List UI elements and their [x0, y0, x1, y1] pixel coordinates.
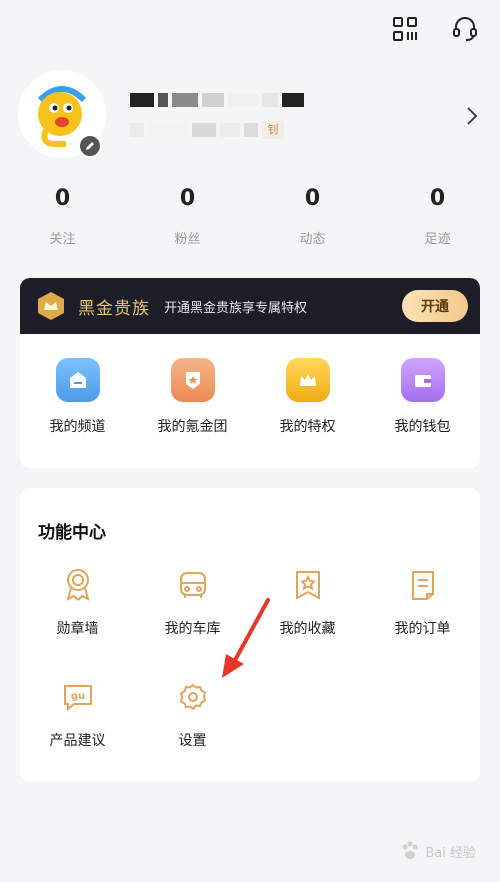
vip-item-label: 我的钱包 [394, 419, 451, 435]
order-icon [406, 568, 440, 602]
vip-item-label: 我的频道 [49, 419, 106, 435]
stat-value: 0 [304, 186, 321, 211]
feedback-icon: gu [61, 680, 95, 714]
wallet-icon [400, 358, 445, 402]
vip-grid: 我的频道 我的氪金团 我的特权 我的钱包 [20, 334, 480, 436]
stat-followers[interactable]: 0 粉丝 [125, 182, 250, 247]
team-icon [170, 358, 215, 402]
stat-posts[interactable]: 0 动态 [250, 182, 375, 247]
function-center-card: 功能中心 勋章墙 我的车库 我的收藏 我的订单 gu 产品建议 设置 [20, 488, 480, 782]
vip-item-privilege[interactable]: 我的特权 [250, 358, 365, 436]
function-item-favorites[interactable]: 我的收藏 [250, 564, 365, 676]
function-item-medals[interactable]: 勋章墙 [20, 564, 135, 676]
function-item-garage[interactable]: 我的车库 [135, 564, 250, 676]
user-id-mosaic: 钊 [130, 121, 304, 139]
vip-card: 黑金贵族 开通黑金贵族享专属特权 开通 我的频道 我的氪金团 我的特权 我的钱包 [20, 278, 480, 468]
vip-item-team[interactable]: 我的氪金团 [135, 358, 250, 436]
function-item-label: 勋章墙 [56, 621, 99, 637]
chevron-right-icon[interactable] [462, 102, 482, 130]
feedback-icon-text: gu [70, 691, 84, 702]
stat-value: 0 [179, 186, 196, 211]
top-bar [388, 12, 482, 46]
vip-item-wallet[interactable]: 我的钱包 [365, 358, 480, 436]
channel-icon [55, 358, 100, 402]
function-item-label: 产品建议 [49, 733, 106, 749]
stat-label: 足迹 [424, 232, 451, 247]
vip-description: 开通黑金贵族享专属特权 [164, 300, 308, 316]
qr-scan-icon[interactable] [388, 12, 422, 46]
vip-item-label: 我的氪金团 [157, 419, 228, 435]
paw-icon [402, 841, 418, 859]
username-mosaic [130, 92, 304, 108]
settings-icon [176, 680, 210, 714]
stat-value: 0 [429, 186, 446, 211]
customer-service-icon[interactable] [448, 12, 482, 46]
avatar[interactable] [18, 70, 106, 158]
vip-open-button[interactable]: 开通 [402, 290, 468, 322]
medal-icon [61, 568, 95, 602]
vip-crown-badge-icon [36, 291, 66, 321]
function-item-settings[interactable]: 设置 [135, 676, 250, 788]
stat-label: 动态 [299, 232, 326, 247]
stat-label: 粉丝 [174, 232, 201, 247]
stat-following[interactable]: 0 关注 [0, 182, 125, 247]
function-center-title: 功能中心 [38, 523, 106, 543]
favorites-icon [291, 568, 325, 602]
function-item-feedback[interactable]: gu 产品建议 [20, 676, 135, 788]
function-item-label: 我的车库 [164, 621, 221, 637]
watermark-text: Bai 经验 [425, 845, 476, 861]
car-icon [176, 568, 210, 602]
vip-item-channel[interactable]: 我的频道 [20, 358, 135, 436]
username-blurred: 钊 [130, 92, 304, 152]
vip-banner[interactable]: 黑金贵族 开通黑金贵族享专属特权 开通 [20, 278, 480, 334]
function-item-orders[interactable]: 我的订单 [365, 564, 480, 676]
vip-title: 黑金贵族 [78, 298, 150, 319]
crown-icon [285, 358, 330, 402]
stat-label: 关注 [49, 232, 76, 247]
vip-item-label: 我的特权 [279, 419, 336, 435]
function-item-label: 我的订单 [394, 621, 451, 637]
user-tag: 钊 [262, 121, 284, 139]
stats-row: 0 关注 0 粉丝 0 动态 0 足迹 [0, 182, 500, 247]
baidu-watermark: Bai 经验 [399, 840, 476, 862]
stat-value: 0 [54, 186, 71, 211]
profile-header[interactable]: 钊 [18, 70, 482, 170]
function-grid: 勋章墙 我的车库 我的收藏 我的订单 gu 产品建议 设置 [20, 564, 480, 788]
stat-footprints[interactable]: 0 足迹 [375, 182, 500, 247]
function-item-label: 我的收藏 [279, 621, 336, 637]
edit-avatar-icon[interactable] [78, 134, 102, 158]
function-item-label: 设置 [178, 733, 207, 749]
